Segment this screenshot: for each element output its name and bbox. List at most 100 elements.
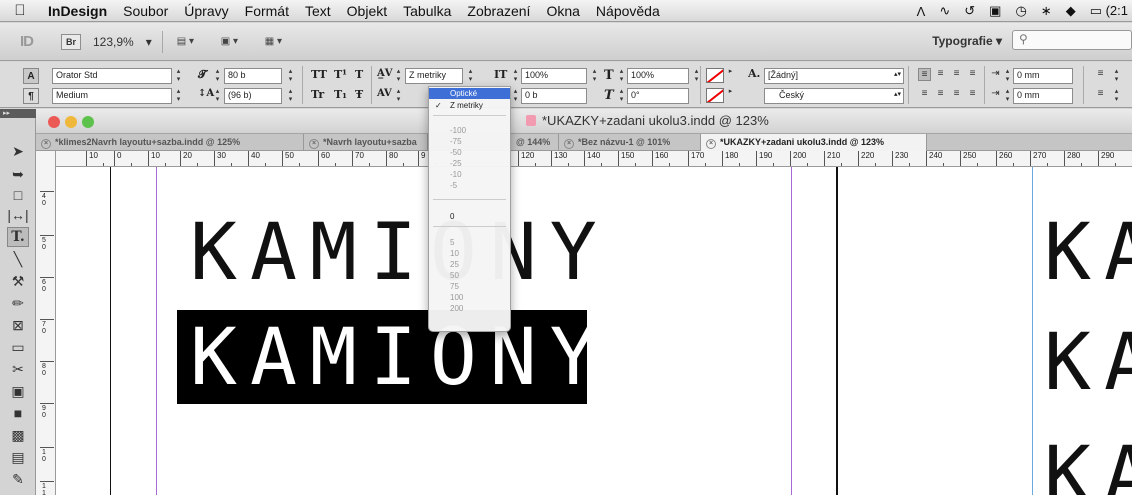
scissors-tool-icon[interactable]: ✂ <box>7 359 29 379</box>
kerning-option[interactable]: 75 <box>429 281 510 292</box>
paragraph-mode-button[interactable]: ¶ <box>23 88 39 104</box>
align-center-button[interactable]: ≡ <box>934 68 947 81</box>
close-tab-icon[interactable]: × <box>706 139 716 149</box>
vertical-scale-field[interactable]: 100% <box>521 68 587 84</box>
leading-stepper[interactable]: ▴ ▾ <box>213 88 222 104</box>
wifi-icon[interactable]: ∿ <box>939 3 950 19</box>
font-style-field[interactable]: Medium <box>52 88 172 104</box>
font-family-field[interactable]: Orator Std <box>52 68 172 84</box>
page-tool-icon[interactable]: □ <box>7 185 29 205</box>
subscript-button[interactable]: T₁ <box>334 88 347 101</box>
menu-zobrazeni[interactable]: Zobrazení <box>459 3 538 19</box>
vertical-scale-stepper[interactable]: ▴ ▾ <box>511 68 520 84</box>
timemachine-icon[interactable]: ◷ <box>1015 3 1026 19</box>
kerning-dropdown-icon[interactable]: ▴ ▾ <box>466 68 475 84</box>
display-icon[interactable]: ▣ <box>989 3 1001 19</box>
kerning-option[interactable]: 0 <box>429 211 510 222</box>
vertical-ruler[interactable]: 4 0 5 0 6 0 7 0 8 0 9 0 1 0 1 1 <box>36 151 56 495</box>
kerning-option[interactable]: Optické <box>429 88 510 99</box>
type-tool-icon[interactable]: T. <box>7 227 29 247</box>
kerning-option[interactable]: -10 <box>429 169 510 180</box>
character-style-select[interactable]: [Žádný] ▴▾ <box>764 68 904 84</box>
kerning-option[interactable]: 100 <box>429 292 510 303</box>
justify-center-button[interactable]: ≡ <box>934 88 947 101</box>
tab-ukazky[interactable]: × *UKAZKY+zadani ukolu3.indd @ 123% <box>701 134 927 151</box>
pencil-tool-icon[interactable]: ✏ <box>7 293 29 313</box>
close-tab-icon[interactable]: × <box>309 139 319 149</box>
font-size-field[interactable]: 80 b <box>224 68 282 84</box>
kerning-stepper[interactable]: ▴ ▾ <box>394 68 403 84</box>
skew-field[interactable]: 0° <box>627 88 689 104</box>
menu-text[interactable]: Text <box>297 3 339 19</box>
arrange-documents-icon[interactable]: ▦ ▾ <box>265 34 295 50</box>
close-window-button[interactable] <box>48 116 60 128</box>
bridge-button[interactable]: Br <box>61 33 81 50</box>
gap-tool-icon[interactable]: |↔| <box>7 205 29 225</box>
kerning-option[interactable]: 200 <box>429 303 510 314</box>
workspace-switcher[interactable]: Typografie ▾ <box>932 34 1002 48</box>
search-field[interactable]: ⚲ <box>1012 30 1132 50</box>
stroke-swatch-menu-icon[interactable]: ▸ <box>726 88 735 104</box>
language-select[interactable]: Český ▴▾ <box>764 88 904 104</box>
tab-bez-nazvu[interactable]: × *Bez názvu-1 @ 101% <box>559 134 701 151</box>
gradient-feather-tool-icon[interactable]: ▩ <box>7 425 29 445</box>
skew-stepper[interactable]: ▴ ▾ <box>617 88 626 104</box>
line-tool-icon[interactable]: ╲ <box>7 249 29 269</box>
close-tab-icon[interactable]: × <box>41 139 51 149</box>
panel-collapse-handle[interactable]: ▸▸ <box>0 109 36 118</box>
kerning-option[interactable]: -50 <box>429 147 510 158</box>
kerning-option[interactable]: -75 <box>429 136 510 147</box>
strikethrough-button[interactable]: Ŧ <box>355 88 363 101</box>
leading-dropdown-icon[interactable]: ▴ ▾ <box>286 88 295 104</box>
kerning-option[interactable]: ✓ Z metriky <box>429 100 510 111</box>
text-right-2[interactable]: KA <box>1044 324 1132 402</box>
horizontal-scale-field[interactable]: 100% <box>627 68 689 84</box>
screen-mode-icon[interactable]: ▣ ▾ <box>221 34 251 50</box>
selection-tool-icon[interactable]: ➤ <box>7 141 29 161</box>
left-indent-stepper[interactable]: ▴ ▾ <box>1003 68 1012 84</box>
free-transform-tool-icon[interactable]: ▣ <box>7 381 29 401</box>
adobe-icon[interactable]: Λ <box>917 4 926 19</box>
first-line-indent-field[interactable]: 0 mm <box>1013 88 1073 104</box>
font-size-stepper[interactable]: ▴ ▾ <box>213 68 222 84</box>
document-canvas[interactable]: KAMIONY KAMIONY KA KA KA <box>56 167 1132 495</box>
fill-swatch[interactable] <box>706 68 724 83</box>
align-left-button[interactable]: ≡ <box>918 68 931 81</box>
kerning-option[interactable]: 5 <box>429 237 510 248</box>
font-size-dropdown-icon[interactable]: ▴ ▾ <box>286 68 295 84</box>
font-family-dropdown-icon[interactable]: ▴ ▾ <box>174 68 183 84</box>
direct-selection-tool-icon[interactable]: ➥ <box>7 164 29 184</box>
eyedropper-tool-icon[interactable]: ✎ <box>7 469 29 489</box>
text-kamiony-inverse[interactable]: KAMIONY <box>190 319 610 397</box>
kerning-option[interactable]: 10 <box>429 248 510 259</box>
align-towards-spine-button[interactable]: ≡ <box>966 68 979 81</box>
right-indent-stepper[interactable]: ▴ ▾ <box>1112 68 1121 84</box>
pen-tool-icon[interactable]: ⚒ <box>7 271 29 291</box>
character-mode-button[interactable]: A <box>23 68 39 84</box>
menu-objekt[interactable]: Objekt <box>339 3 395 19</box>
justify-right-button[interactable]: ≡ <box>950 88 963 101</box>
last-line-indent-stepper[interactable]: ▴ ▾ <box>1112 88 1121 104</box>
first-line-indent-stepper[interactable]: ▴ ▾ <box>1003 88 1012 104</box>
battery-icon[interactable]: ▭ (2:1 <box>1090 3 1128 19</box>
kerning-field[interactable]: Z metriky <box>405 68 463 84</box>
menu-tabulka[interactable]: Tabulka <box>395 3 459 19</box>
menu-napoveda[interactable]: Nápověda <box>588 3 668 19</box>
superscript-button[interactable]: T¹ <box>334 68 347 81</box>
kerning-option[interactable]: 25 <box>429 259 510 270</box>
zoom-window-button[interactable] <box>82 116 94 128</box>
stroke-swatch[interactable] <box>706 88 724 103</box>
horizontal-scale-stepper[interactable]: ▴ ▾ <box>617 68 626 84</box>
apple-menu-icon[interactable]:  <box>0 2 40 19</box>
kerning-option[interactable]: 50 <box>429 270 510 281</box>
tab-navrh-layoutu[interactable]: × *Navrh layoutu+sazba <box>304 134 428 151</box>
fill-swatch-menu-icon[interactable]: ▸ <box>726 68 735 84</box>
menu-soubor[interactable]: Soubor <box>115 3 176 19</box>
view-options-icon[interactable]: ▤ ▾ <box>177 34 207 50</box>
tab-zoom-144[interactable]: @ 144% <box>511 134 559 151</box>
small-caps-button[interactable]: Tr <box>311 88 324 101</box>
leading-field[interactable]: (96 b) <box>224 88 282 104</box>
zoom-dropdown-icon[interactable]: ▾ <box>146 35 152 49</box>
tab-klimes2[interactable]: × *klimes2Navrh layoutu+sazba.indd @ 125% <box>36 134 304 151</box>
zoom-level[interactable]: 123,9% <box>93 35 134 49</box>
